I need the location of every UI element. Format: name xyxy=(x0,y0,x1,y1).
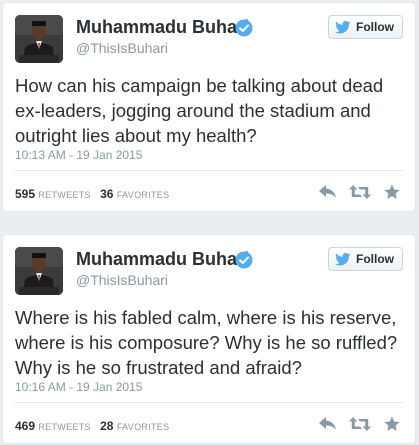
verified-badge-icon xyxy=(235,251,253,269)
retweet-icon[interactable] xyxy=(349,181,371,203)
user-handle[interactable]: @ThisIsBuhari xyxy=(76,40,168,56)
retweet-count[interactable]: 595 xyxy=(15,187,35,201)
display-name[interactable]: Muhammadu Buhari xyxy=(76,17,249,38)
tweet-text: Where is his fabled calm, where is his r… xyxy=(15,307,398,378)
follow-button[interactable]: Follow xyxy=(328,15,403,39)
avatar[interactable] xyxy=(15,15,63,63)
tweet-card: Muhammadu Buhari @ThisIsBuhari Follow Wh… xyxy=(2,234,416,444)
favorite-count[interactable]: 28 xyxy=(100,419,113,433)
verified-badge-icon xyxy=(235,19,253,37)
twitter-bird-icon xyxy=(335,252,351,265)
retweet-icon[interactable] xyxy=(349,413,371,435)
follow-button[interactable]: Follow xyxy=(328,247,403,271)
tweet-text: How can his campaign be talking about de… xyxy=(15,75,384,146)
tweet-actions xyxy=(317,413,403,435)
tweet-timestamp[interactable]: 10:13 AM - 19 Jan 2015 xyxy=(15,148,142,162)
favorite-icon[interactable] xyxy=(381,181,403,203)
tweet-stats: 595 RETWEETS 36 FAVORITES xyxy=(15,187,175,201)
twitter-bird-icon xyxy=(335,20,351,33)
tweet-card: Muhammadu Buhari @ThisIsBuhari Follow Ho… xyxy=(2,2,416,212)
favorite-icon[interactable] xyxy=(381,413,403,435)
retweet-count[interactable]: 469 xyxy=(15,419,35,433)
divider xyxy=(15,170,403,171)
avatar[interactable] xyxy=(15,247,63,295)
user-handle[interactable]: @ThisIsBuhari xyxy=(76,272,168,288)
divider xyxy=(15,402,403,403)
tweet-actions xyxy=(317,181,403,203)
favorite-label: FAVORITES xyxy=(116,422,170,432)
favorite-label: FAVORITES xyxy=(116,190,170,200)
favorite-count[interactable]: 36 xyxy=(100,187,113,201)
reply-icon[interactable] xyxy=(317,181,339,203)
display-name[interactable]: Muhammadu Buhari xyxy=(76,249,249,270)
tweet-stats: 469 RETWEETS 28 FAVORITES xyxy=(15,419,175,433)
tweet-timestamp[interactable]: 10:16 AM - 19 Jan 2015 xyxy=(15,380,142,394)
reply-icon[interactable] xyxy=(317,413,339,435)
follow-label: Follow xyxy=(356,20,394,34)
retweet-label: RETWEETS xyxy=(38,422,91,432)
retweet-label: RETWEETS xyxy=(38,190,91,200)
follow-label: Follow xyxy=(356,252,394,266)
